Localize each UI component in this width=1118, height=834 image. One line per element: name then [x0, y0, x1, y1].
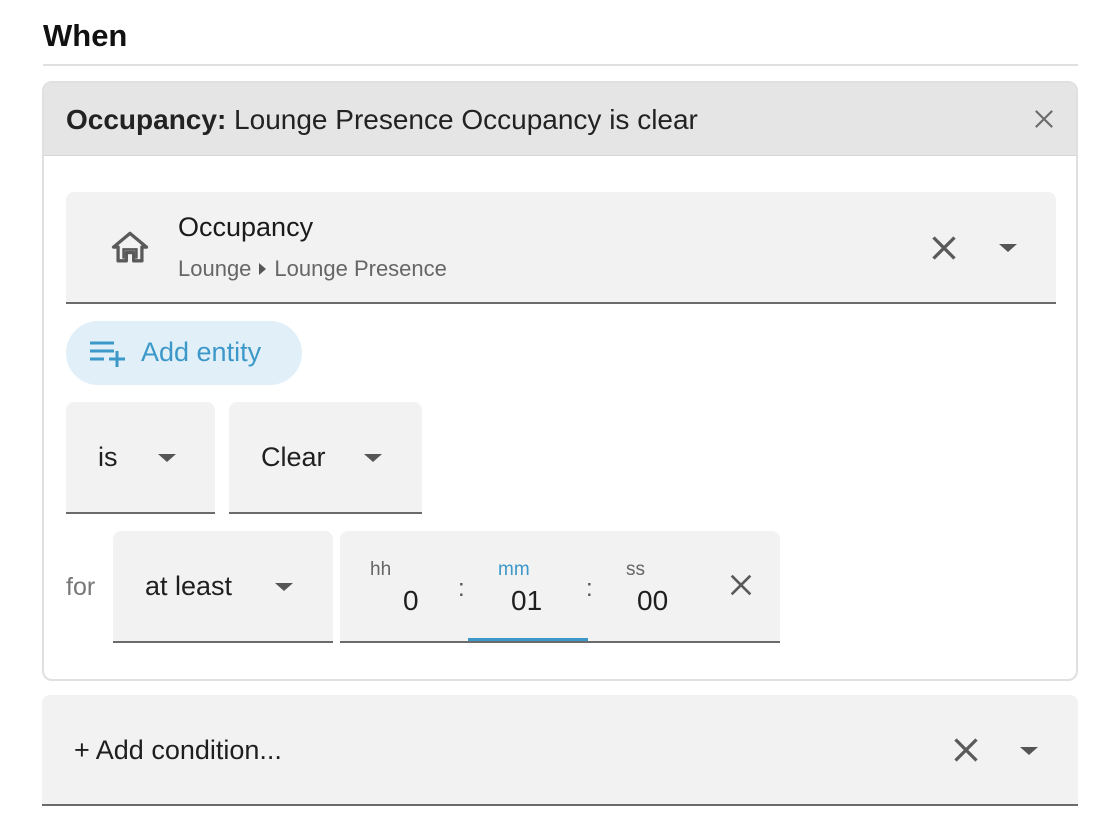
- remove-trigger-button[interactable]: [1030, 105, 1058, 133]
- close-icon: [954, 738, 978, 762]
- minutes-label: mm: [498, 559, 530, 580]
- section-divider: [43, 64, 1078, 66]
- duration-operator-value: at least: [145, 571, 233, 601]
- trigger-card-header[interactable]: Occupancy: Lounge Presence Occupancy is …: [44, 83, 1076, 156]
- chevron-down-icon: [275, 583, 293, 591]
- time-separator: :: [586, 575, 593, 602]
- state-value: Clear: [261, 442, 326, 472]
- entity-picker[interactable]: Occupancy Lounge Lounge Presence: [66, 192, 1056, 304]
- entity-name: Occupancy: [178, 212, 314, 242]
- minutes-focus-indicator: [468, 638, 588, 641]
- state-value-select[interactable]: Clear: [229, 402, 422, 514]
- entity-device: Lounge Presence: [274, 256, 447, 281]
- hours-label: hh: [370, 559, 392, 580]
- chevron-right-icon: [259, 263, 267, 275]
- clear-entity-button[interactable]: [926, 230, 962, 266]
- chevron-down-icon[interactable]: [1020, 747, 1038, 755]
- add-entity-label: Add entity: [141, 337, 262, 367]
- hours-field[interactable]: 0: [403, 585, 419, 617]
- trigger-description: Lounge Presence Occupancy is clear: [226, 104, 698, 135]
- close-icon: [730, 574, 752, 596]
- add-entity-button[interactable]: Add entity: [66, 321, 302, 385]
- trigger-summary: Occupancy: Lounge Presence Occupancy is …: [66, 104, 698, 136]
- state-operator-value: is: [98, 442, 118, 472]
- state-operator-select[interactable]: is: [66, 402, 215, 514]
- home-outline-icon: [108, 226, 152, 270]
- duration-operator-select[interactable]: at least: [113, 531, 333, 643]
- section-title: When: [43, 18, 128, 53]
- add-condition-select[interactable]: + Add condition...: [42, 695, 1078, 806]
- seconds-label: ss: [626, 559, 645, 580]
- trigger-type-label: Occupancy:: [66, 104, 227, 135]
- seconds-field[interactable]: 00: [637, 585, 668, 617]
- add-condition-placeholder: + Add condition...: [74, 735, 282, 765]
- entity-area: Lounge: [178, 256, 252, 281]
- duration-input: hh 0 : mm 01 : ss 00: [340, 531, 780, 643]
- chevron-down-icon: [364, 454, 382, 462]
- entity-context: Lounge Lounge Presence: [178, 256, 447, 282]
- clear-condition-button[interactable]: [948, 732, 984, 768]
- chevron-down-icon: [158, 454, 176, 462]
- time-separator: :: [458, 575, 465, 602]
- playlist-plus-icon: [88, 337, 128, 369]
- trigger-card: Occupancy: Lounge Presence Occupancy is …: [42, 81, 1078, 681]
- chevron-down-icon[interactable]: [999, 244, 1017, 252]
- close-icon: [932, 236, 956, 260]
- clear-duration-button[interactable]: [725, 569, 757, 601]
- minutes-field[interactable]: 01: [511, 585, 542, 617]
- close-icon: [1035, 110, 1053, 128]
- for-label: for: [66, 573, 96, 601]
